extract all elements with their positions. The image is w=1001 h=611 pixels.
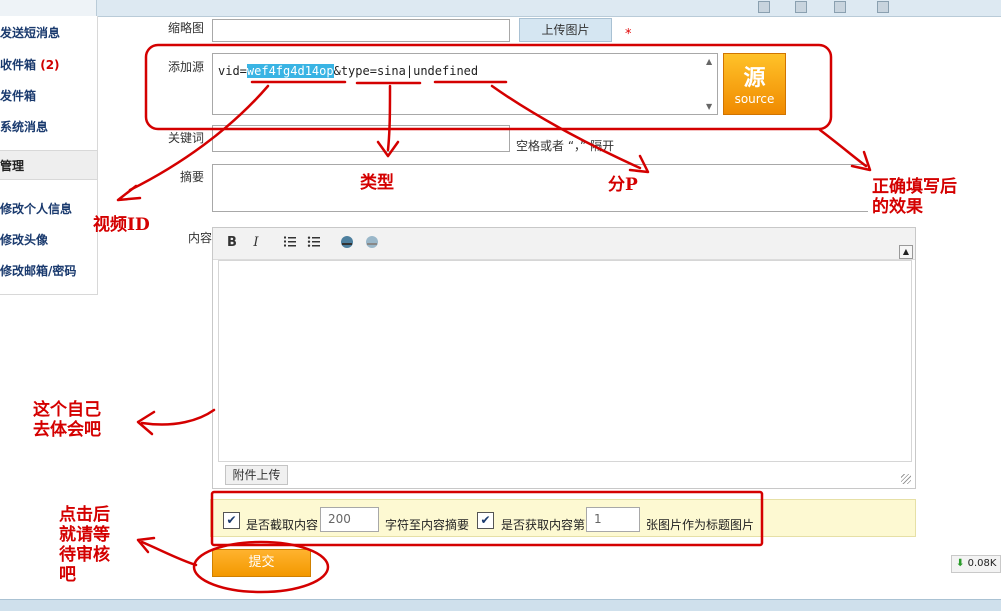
- annotation-part: 分P: [608, 175, 638, 195]
- annotation-editor-note: 这个自己 去体会吧: [33, 400, 101, 440]
- annotation-result: 正确填写后 的效果: [872, 177, 957, 217]
- arrow-vid: [128, 84, 270, 192]
- options-outline: [210, 490, 764, 547]
- annotation-video-id: 视频ID: [93, 215, 150, 235]
- annotation-type: 类型: [360, 173, 394, 193]
- arrow-submit: [140, 540, 198, 567]
- annotation-overlay: [116, 43, 872, 594]
- source-row-outline: [144, 43, 833, 131]
- annotation-submit-note: 点击后 就请等 待审核吧: [59, 505, 110, 585]
- arrow-result: [818, 128, 868, 168]
- submit-outline: [192, 540, 330, 594]
- arrow-part: [490, 84, 642, 170]
- arrow-type: [386, 84, 392, 152]
